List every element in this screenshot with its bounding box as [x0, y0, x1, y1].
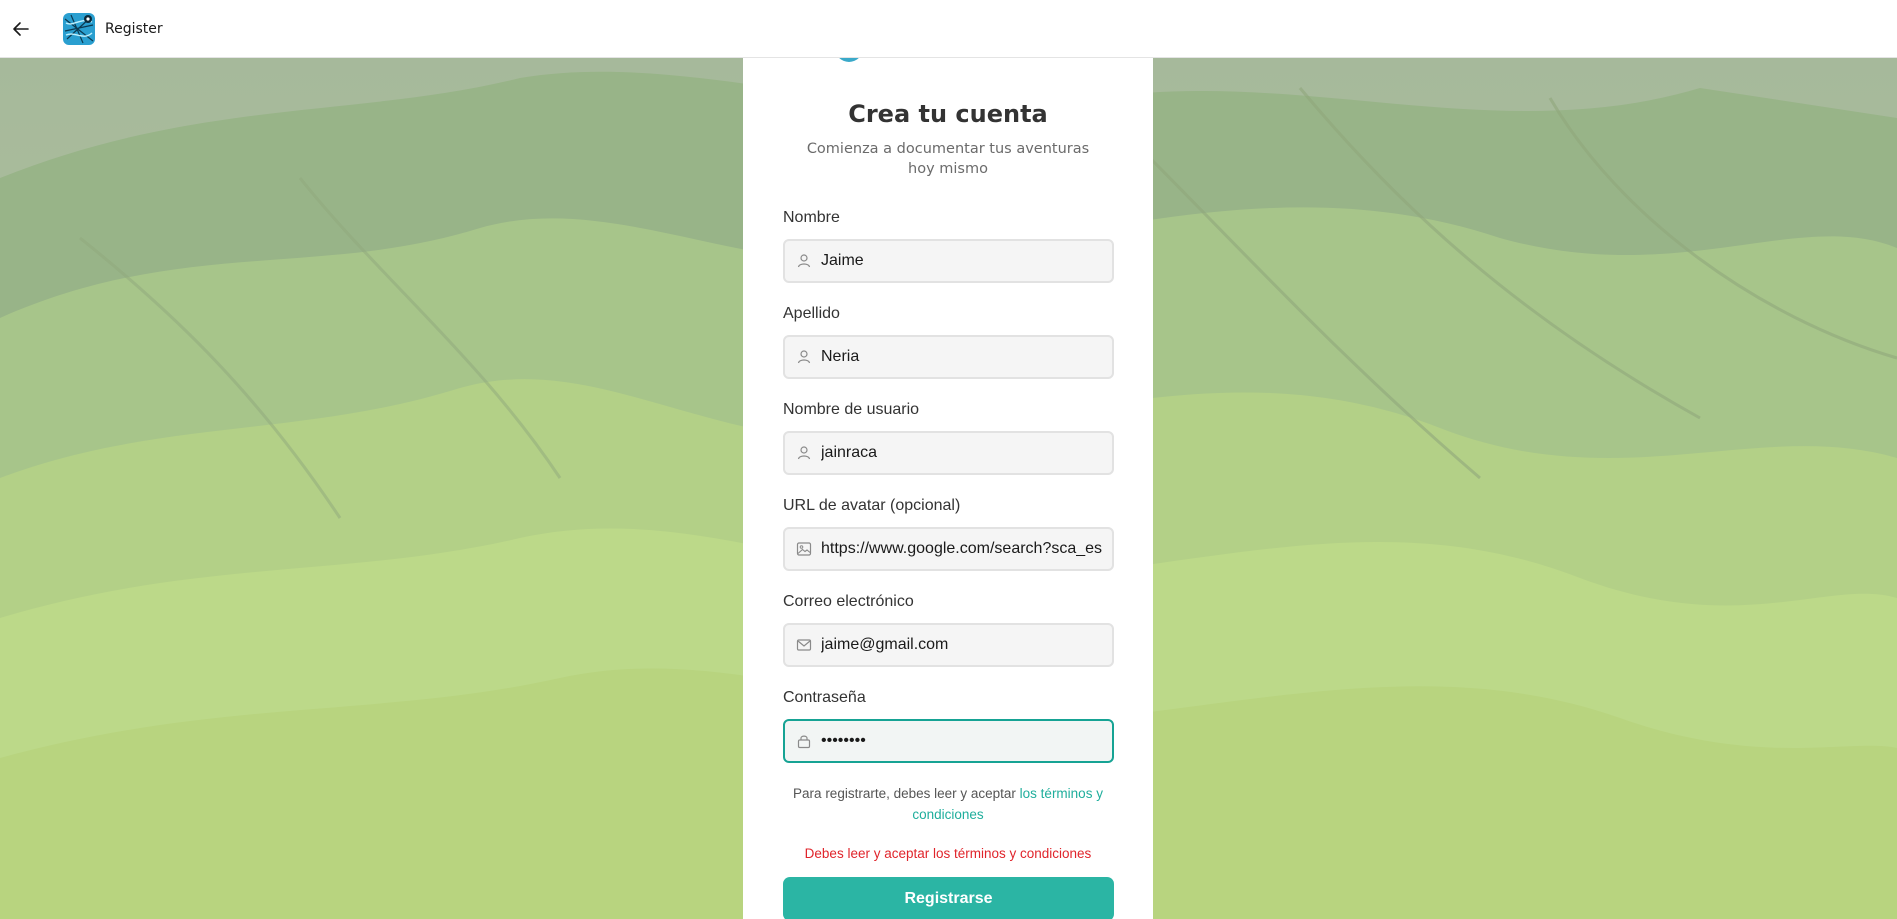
- user-icon: [795, 252, 813, 270]
- first-name-value: Jaime: [821, 252, 864, 269]
- register-button[interactable]: Registrarse: [783, 877, 1114, 919]
- window-title: Register: [105, 20, 163, 37]
- last-name-value: Neria: [821, 348, 860, 365]
- last-name-label: Apellido: [783, 305, 840, 322]
- register-card: Crea tu cuenta Comienza a documentar tus…: [743, 58, 1153, 919]
- terms-prefix: Para registrarte, debes leer y aceptar: [793, 786, 1020, 801]
- avatar-url-value: https://www.google.com/search?sca_es: [821, 540, 1103, 557]
- title-bar: Register: [0, 0, 1897, 58]
- password-value: ••••••••: [821, 732, 866, 749]
- page-title: Crea tu cuenta: [848, 100, 1048, 128]
- username-field[interactable]: jainraca: [783, 431, 1114, 475]
- avatar-url-field[interactable]: https://www.google.com/search?sca_es: [783, 527, 1114, 571]
- lock-icon: [795, 732, 813, 750]
- terms-notice: Para registrarte, debes leer y aceptar l…: [773, 783, 1123, 825]
- user-icon: [795, 444, 813, 462]
- app-logo-icon: [63, 12, 95, 45]
- email-field[interactable]: jaime@gmail.com: [783, 623, 1114, 667]
- back-button[interactable]: [1, 9, 41, 49]
- first-name-field[interactable]: Jaime: [783, 239, 1114, 283]
- password-label: Contraseña: [783, 689, 866, 706]
- mail-icon: [795, 636, 813, 654]
- email-label: Correo electrónico: [783, 593, 914, 610]
- last-name-field[interactable]: Neria: [783, 335, 1114, 379]
- brand-wordmark-icon: [919, 58, 979, 66]
- image-icon: [795, 540, 813, 558]
- password-field[interactable]: ••••••••: [783, 719, 1114, 763]
- email-value: jaime@gmail.com: [821, 636, 949, 653]
- avatar-url-label: URL de avatar (opcional): [783, 497, 961, 514]
- terms-error-message: Debes leer y aceptar los términos y cond…: [804, 846, 1092, 861]
- username-label: Nombre de usuario: [783, 401, 920, 418]
- first-name-label: Nombre: [783, 209, 840, 226]
- user-icon: [795, 348, 813, 366]
- username-value: jainraca: [821, 444, 878, 461]
- page-subtitle: Comienza a documentar tus aventuras hoy …: [806, 141, 1090, 177]
- arrow-left-icon: [13, 21, 29, 36]
- brand-logo-icon: [839, 58, 859, 62]
